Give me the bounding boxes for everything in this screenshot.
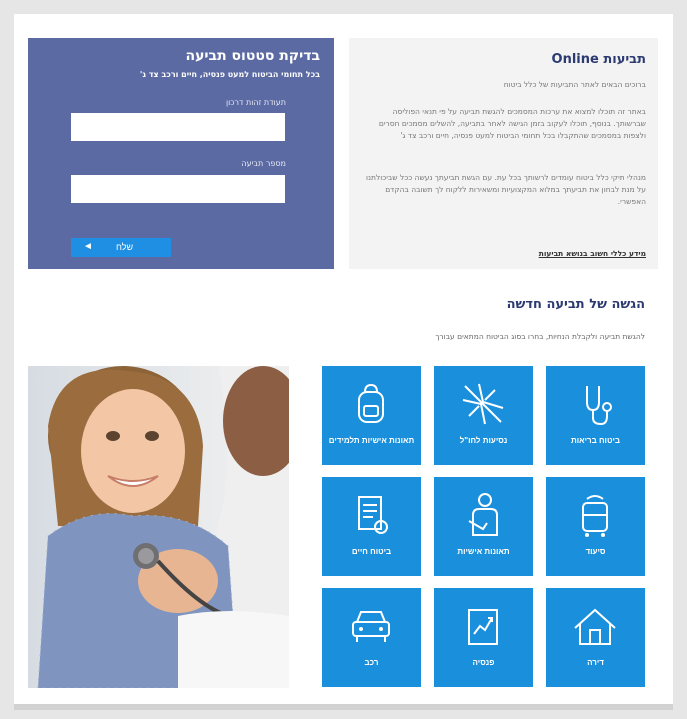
stethoscope-icon [586,386,612,426]
online-claims-intro: ברוכים הבאים לאתר התביעות של כלל ביטוח [503,80,646,89]
send-button-label: שלח [116,242,134,252]
tile-student-accidents[interactable]: תאונות אישיות תלמידים [322,366,421,465]
tile-life-insurance[interactable]: ביטוח חיים [322,477,421,576]
backpack-icon [358,383,384,423]
tile-personal-accidents[interactable]: תאונות אישיות [434,477,533,576]
chart-icon [468,609,498,645]
id-field-label: תעודת זהות דרכון [225,98,286,107]
tile-label: פנסיה [472,658,495,667]
send-button[interactable]: ◄ שלח [71,238,171,257]
arrow-left-icon: ◄ [83,241,93,252]
online-claims-title: תביעות Online [551,52,646,67]
tile-pension[interactable]: פנסיה [434,588,533,687]
house-icon [574,608,616,645]
id-field[interactable] [71,113,285,141]
tile-nursing-care[interactable]: סיעוד [546,477,645,576]
doctor-child-photo [28,366,289,688]
car-icon [352,611,390,642]
document-icon [358,496,388,534]
tile-home[interactable]: דירה [546,588,645,687]
tile-label: נסיעות לחו"ל [459,436,508,445]
online-claims-panel: תביעות Online ברוכים הבאים לאתר התביעות … [349,38,658,269]
airplane-icon [462,383,504,425]
tile-car[interactable]: רכב [322,588,421,687]
tile-label: ביטוח בריאות [570,436,621,445]
tile-label: דירה [587,658,604,667]
tile-label: תאונות אישיות [457,547,510,556]
frame-shadow [14,704,673,710]
tile-label: ביטוח חיים [351,547,392,556]
status-check-panel: בדיקת סטטוס תביעה בכל תחומי הביטוח למעט … [28,38,334,269]
general-info-link[interactable]: מידע כללי חשוב בנושא תביעות [539,249,646,258]
status-check-title: בדיקת סטטוס תביעה [185,48,320,64]
walker-icon [582,495,608,537]
new-claim-subtitle: להגשת תביעה ולקבלת הנחיות, בחרו בסוג הבי… [435,332,645,341]
tile-travel-abroad[interactable]: נסיעות לחו"ל [434,366,533,465]
tile-label: סיעוד [585,547,606,556]
new-claim-title: הגשה של תביעה חדשה [506,297,645,312]
injured-person-icon [468,493,498,536]
status-check-subtitle: בכל תחומי הביטוח למעט פנסיה, חיים ורכב צ… [139,70,320,79]
claim-number-field[interactable] [71,175,285,203]
tile-label: רכב [364,658,379,667]
tile-label: תאונות אישיות תלמידים [328,436,415,445]
tile-health-insurance[interactable]: ביטוח בריאות [546,366,645,465]
online-claims-paragraph-2: מנהלי תיקי כלל ביטוח עומדים לרשותך בכל ע… [366,173,646,206]
online-claims-paragraph-1: באתר זה תוכלו למצוא את ערכות המסמכים להג… [378,107,646,140]
claim-number-label: מספר תביעה [241,159,286,168]
